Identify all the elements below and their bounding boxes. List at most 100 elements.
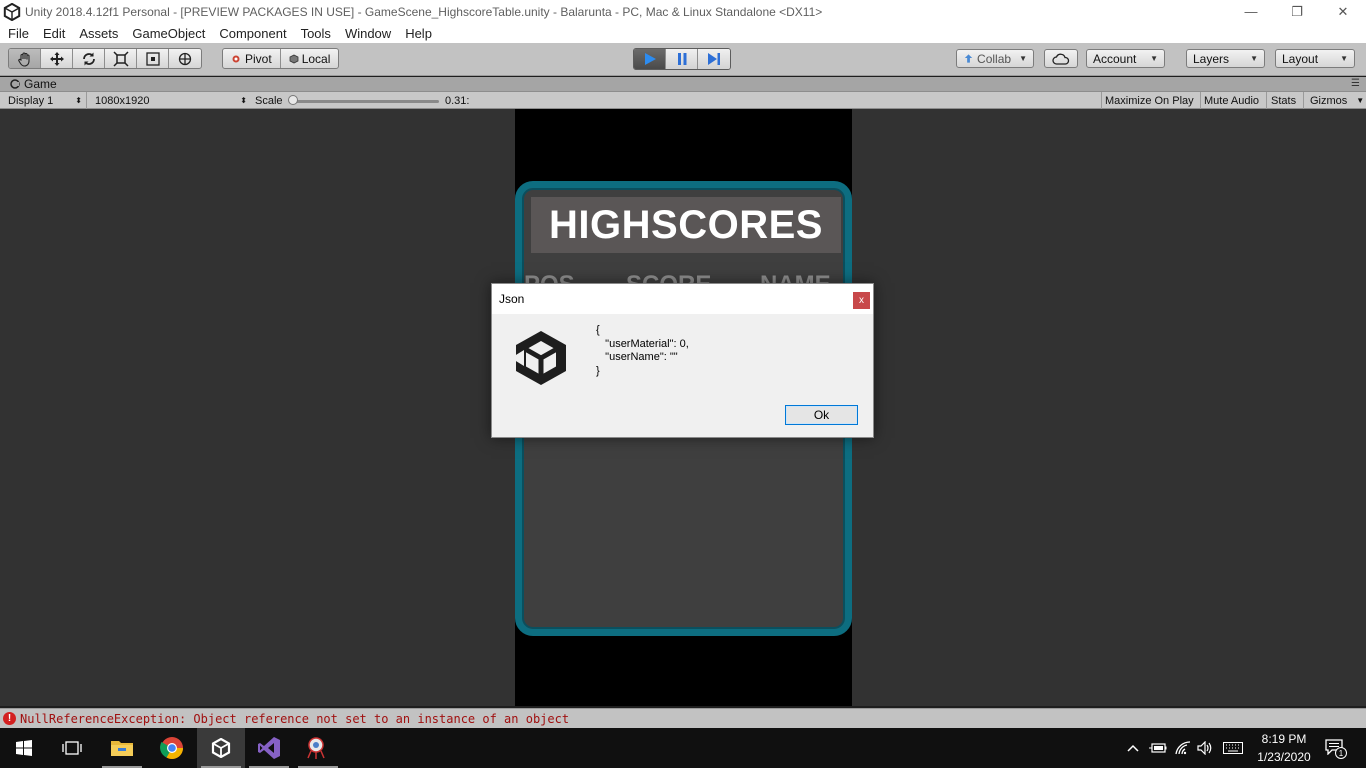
action-center-button[interactable]: 1 — [1322, 739, 1347, 759]
local-cube-icon — [289, 54, 299, 63]
json-dialog: Json x { "userMaterial": 0, "userName": … — [491, 283, 874, 438]
pivot-icon — [232, 55, 240, 62]
wifi-button[interactable] — [1174, 740, 1192, 756]
task-view-button[interactable] — [48, 728, 96, 768]
dialog-title-bar: Json — [492, 284, 873, 314]
error-message: NullReferenceException: Object reference… — [20, 711, 570, 726]
scale-slider-handle[interactable] — [288, 95, 298, 105]
divider — [1303, 92, 1304, 109]
volume-button[interactable] — [1196, 740, 1214, 756]
window-title-bar: Unity 2018.4.12f1 Personal - [PREVIEW PA… — [0, 0, 1366, 23]
dialog-title: Json — [499, 292, 525, 306]
unity-taskbar-button[interactable] — [197, 728, 245, 768]
local-label: Local — [301, 51, 331, 66]
play-button[interactable] — [634, 49, 666, 69]
highscore-title-bar: HIGHSCORES — [531, 197, 841, 253]
display-label: Display 1 — [8, 94, 54, 107]
clock-date: 1/23/2020 — [1257, 750, 1311, 764]
pivot-toggles: Pivot Local — [222, 48, 340, 69]
menu-help[interactable]: Help — [398, 26, 439, 41]
unity-logo-icon — [511, 331, 566, 385]
restore-button[interactable]: ❐ — [1274, 0, 1320, 23]
battery-button[interactable] — [1149, 740, 1167, 756]
keyboard-button[interactable] — [1222, 740, 1244, 756]
resolution-dropdown[interactable]: 1080x1920 ⬍ — [95, 92, 247, 109]
cloud-icon — [1052, 53, 1070, 65]
folder-icon — [111, 741, 133, 756]
wifi-icon — [1175, 741, 1191, 755]
app-taskbar-button[interactable] — [294, 728, 342, 768]
display-dropdown[interactable]: Display 1 ⬍ — [8, 92, 82, 109]
panel-menu-icon[interactable]: ☰ — [1351, 78, 1360, 89]
collab-chevron-icon: ▼ — [1019, 54, 1027, 63]
layers-label: Layers — [1193, 51, 1230, 66]
visual-studio-button[interactable] — [245, 728, 293, 768]
highscore-title: HIGHSCORES — [549, 202, 823, 247]
speaker-icon — [1197, 741, 1212, 755]
layout-label: Layout — [1282, 51, 1319, 66]
stats-toggle[interactable]: Stats — [1271, 92, 1296, 109]
battery-plug-icon — [1149, 743, 1167, 753]
scale-slider-track[interactable] — [293, 100, 439, 103]
step-button[interactable] — [698, 49, 730, 69]
account-dropdown[interactable]: Account ▼ — [1086, 49, 1165, 68]
show-hidden-icons-button[interactable] — [1126, 740, 1140, 756]
combined-transform-icon — [178, 52, 192, 65]
hand-icon — [17, 51, 30, 67]
dialog-close-button[interactable]: x — [853, 292, 870, 309]
rotate-tool-button[interactable] — [73, 49, 105, 68]
playback-controls — [633, 48, 731, 70]
collab-dropdown[interactable]: Collab ▼ — [956, 49, 1034, 68]
menu-tools[interactable]: Tools — [294, 26, 338, 41]
layers-dropdown[interactable]: Layers ▼ — [1186, 49, 1265, 68]
system-clock[interactable]: 8:19 PM 1/23/2020 — [1248, 730, 1320, 766]
mute-audio-toggle[interactable]: Mute Audio — [1204, 92, 1259, 109]
layout-dropdown[interactable]: Layout ▼ — [1275, 49, 1355, 68]
hand-tool-button[interactable] — [9, 49, 41, 68]
start-button[interactable] — [0, 728, 48, 768]
divider — [1266, 92, 1267, 109]
resolution-label: 1080x1920 — [95, 94, 150, 107]
menu-assets[interactable]: Assets — [72, 26, 125, 41]
minimize-button[interactable]: — — [1228, 0, 1274, 23]
unity-logo-icon — [3, 2, 21, 21]
scale-tool-button[interactable] — [105, 49, 137, 68]
menu-gameobject[interactable]: GameObject — [125, 26, 212, 41]
maximize-on-play-toggle[interactable]: Maximize On Play — [1105, 92, 1194, 109]
local-toggle[interactable]: Local — [281, 49, 339, 68]
main-toolbar: Pivot Local Collab ▼ Account ▼ Layers ▼ … — [0, 43, 1366, 76]
file-explorer-button[interactable] — [98, 728, 146, 768]
step-icon — [708, 53, 720, 65]
divider — [1200, 92, 1201, 109]
cloud-services-button[interactable] — [1044, 49, 1078, 68]
chevron-up-icon — [1127, 744, 1139, 752]
divider — [86, 92, 87, 109]
ok-button[interactable]: Ok — [785, 405, 858, 425]
menu-file[interactable]: File — [1, 26, 36, 41]
menu-component[interactable]: Component — [212, 26, 293, 41]
account-label: Account — [1093, 51, 1137, 66]
rect-tool-button[interactable] — [137, 49, 169, 68]
scale-label: Scale — [255, 94, 283, 107]
game-controller-icon — [10, 79, 20, 89]
task-view-icon — [62, 741, 82, 755]
window-title: Unity 2018.4.12f1 Personal - [PREVIEW PA… — [25, 4, 823, 19]
scale-value: 0.31: — [445, 94, 470, 107]
console-status-bar[interactable]: ! NullReferenceException: Object referen… — [0, 708, 1366, 728]
menu-window[interactable]: Window — [338, 26, 398, 41]
move-tool-button[interactable] — [41, 49, 73, 68]
notification-count-badge: 1 — [1335, 747, 1347, 759]
pivot-toggle[interactable]: Pivot — [223, 49, 281, 68]
app-icon — [307, 737, 325, 759]
divider — [1101, 92, 1102, 109]
close-window-button[interactable]: ✕ — [1320, 0, 1366, 23]
error-icon: ! — [3, 712, 16, 725]
gizmos-dropdown[interactable]: Gizmos ▼ — [1310, 92, 1364, 109]
pause-button[interactable] — [666, 49, 698, 69]
gizmos-label: Gizmos — [1310, 94, 1348, 107]
chrome-button[interactable] — [148, 728, 196, 768]
game-tab-row: Game ☰ — [0, 77, 1366, 92]
game-tab[interactable]: Game — [0, 77, 57, 91]
menu-edit[interactable]: Edit — [36, 26, 72, 41]
transform-tool-button[interactable] — [169, 49, 201, 68]
